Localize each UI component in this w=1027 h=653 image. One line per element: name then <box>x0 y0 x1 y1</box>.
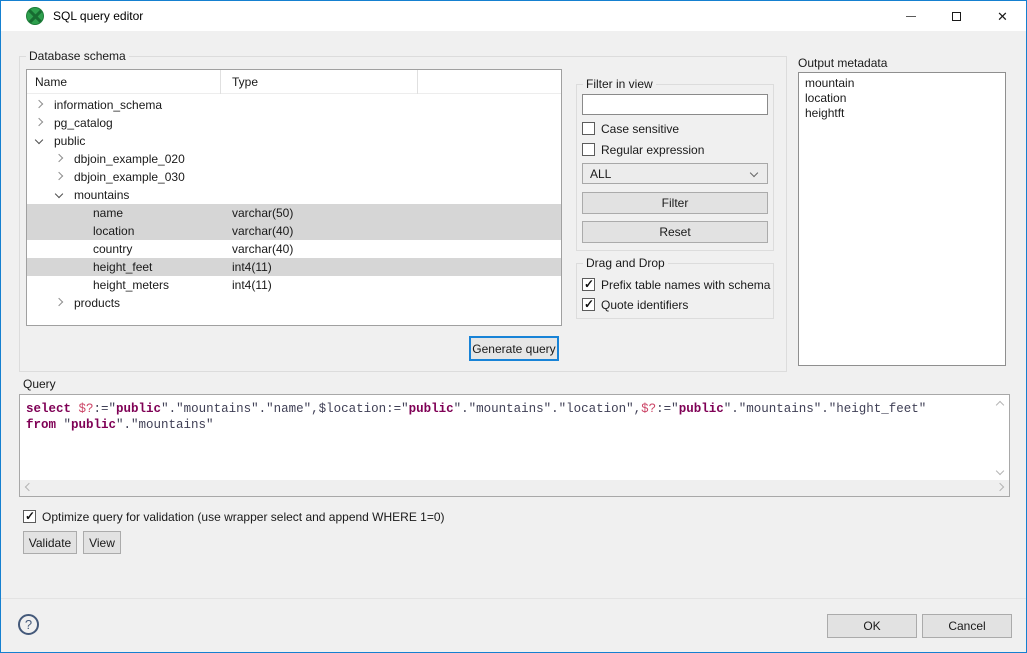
question-mark-icon: ? <box>25 617 32 632</box>
filter-scope-value: ALL <box>590 167 611 181</box>
tree-row[interactable]: dbjoin_example_030 <box>27 168 561 186</box>
validate-button[interactable]: Validate <box>23 531 77 554</box>
tree-node-name: mountains <box>74 188 129 202</box>
tree-row[interactable]: country varchar(40) <box>27 240 561 258</box>
sql-query-editor-dialog: SQL query editor ✕ Database schema Name … <box>0 0 1027 653</box>
case-sensitive-label: Case sensitive <box>601 122 679 136</box>
footer-divider <box>1 598 1026 599</box>
tree-row[interactable]: public <box>27 132 561 150</box>
prefix-table-names-label: Prefix table names with schema <box>601 278 770 292</box>
column-divider[interactable] <box>417 70 418 94</box>
optimize-query-label: Optimize query for validation (use wrapp… <box>42 510 445 524</box>
help-button[interactable]: ? <box>18 614 39 635</box>
schema-tree[interactable]: Name Type information_schema pg_catalogpu… <box>26 69 562 326</box>
tree-node-type: varchar(50) <box>232 206 293 220</box>
quote-identifiers-label: Quote identifiers <box>601 298 688 312</box>
tree-node-name: public <box>54 134 85 148</box>
app-logo-icon <box>26 7 44 25</box>
filter-input[interactable] <box>582 94 768 115</box>
chevron-down-icon[interactable] <box>55 190 63 198</box>
chevron-down-icon <box>750 169 758 177</box>
tree-node-name: country <box>93 242 132 256</box>
tree-node-type: int4(11) <box>232 260 272 274</box>
tree-row[interactable]: height_meters int4(11) <box>27 276 561 294</box>
column-header-name[interactable]: Name <box>35 75 67 89</box>
scroll-down-icon[interactable] <box>996 467 1004 475</box>
tree-node-name: pg_catalog <box>54 116 113 130</box>
case-sensitive-checkbox[interactable] <box>582 122 595 135</box>
filter-button[interactable]: Filter <box>582 192 768 214</box>
column-header-type[interactable]: Type <box>232 75 258 89</box>
tree-row[interactable]: location varchar(40) <box>27 222 561 240</box>
chevron-down-icon[interactable] <box>35 136 43 144</box>
quote-identifiers-checkbox[interactable] <box>582 298 595 311</box>
cancel-button[interactable]: Cancel <box>922 614 1012 638</box>
regular-expression-label: Regular expression <box>601 143 704 157</box>
tree-node-name: height_feet <box>93 260 152 274</box>
metadata-item[interactable]: heightft <box>805 106 1005 121</box>
tree-row[interactable]: mountains <box>27 186 561 204</box>
filter-scope-select[interactable]: ALL <box>582 163 768 184</box>
scroll-left-icon[interactable] <box>25 483 33 491</box>
chevron-right-icon[interactable] <box>55 298 63 306</box>
close-icon: ✕ <box>997 10 1008 23</box>
optimize-query-checkbox[interactable] <box>23 510 36 523</box>
tree-row[interactable]: pg_catalog <box>27 114 561 132</box>
tree-node-name: location <box>93 224 134 238</box>
tree-row[interactable]: information_schema <box>27 96 561 114</box>
metadata-item[interactable]: location <box>805 91 1005 106</box>
scroll-right-icon[interactable] <box>996 483 1004 491</box>
tree-node-name: name <box>93 206 123 220</box>
tree-node-type: int4(11) <box>232 278 272 292</box>
chevron-right-icon[interactable] <box>55 154 63 162</box>
tree-row[interactable]: products <box>27 294 561 312</box>
metadata-item[interactable]: mountain <box>805 76 1005 91</box>
tree-row[interactable]: height_feet int4(11) <box>27 258 561 276</box>
scroll-up-icon[interactable] <box>996 401 1004 409</box>
minimize-icon <box>906 16 916 17</box>
output-metadata-list[interactable]: mountainlocationheightft <box>798 72 1006 366</box>
tree-node-name: dbjoin_example_030 <box>74 170 185 184</box>
query-label: Query <box>23 377 56 391</box>
title-bar[interactable]: SQL query editor ✕ <box>1 1 1026 31</box>
tree-node-name: dbjoin_example_020 <box>74 152 185 166</box>
tree-node-name: products <box>74 296 120 310</box>
maximize-icon <box>952 12 961 21</box>
query-text[interactable]: select $?:="public"."mountains"."name",$… <box>26 401 926 433</box>
database-schema-label: Database schema <box>26 49 129 63</box>
regular-expression-checkbox[interactable] <box>582 143 595 156</box>
tree-node-type: varchar(40) <box>232 242 293 256</box>
tree-row[interactable]: dbjoin_example_020 <box>27 150 561 168</box>
prefix-table-names-checkbox[interactable] <box>582 278 595 291</box>
output-metadata-label: Output metadata <box>798 56 887 70</box>
reset-button[interactable]: Reset <box>582 221 768 243</box>
horizontal-scrollbar[interactable] <box>20 480 1009 496</box>
column-divider[interactable] <box>220 70 221 94</box>
generate-query-button[interactable]: Generate query <box>469 336 559 361</box>
tree-row[interactable]: name varchar(50) <box>27 204 561 222</box>
maximize-button[interactable] <box>934 1 979 31</box>
tree-node-name: height_meters <box>93 278 169 292</box>
tree-header[interactable]: Name Type <box>27 70 561 94</box>
minimize-button[interactable] <box>888 1 933 31</box>
chevron-right-icon[interactable] <box>55 172 63 180</box>
chevron-right-icon[interactable] <box>35 100 43 108</box>
ok-button[interactable]: OK <box>827 614 917 638</box>
chevron-right-icon[interactable] <box>35 118 43 126</box>
view-button[interactable]: View <box>83 531 121 554</box>
window-title: SQL query editor <box>53 9 143 23</box>
tree-node-type: varchar(40) <box>232 224 293 238</box>
query-editor[interactable]: select $?:="public"."mountains"."name",$… <box>19 394 1010 497</box>
tree-node-name: information_schema <box>54 98 162 112</box>
drag-and-drop-label: Drag and Drop <box>583 256 668 270</box>
filter-in-view-label: Filter in view <box>583 77 656 91</box>
close-button[interactable]: ✕ <box>980 1 1025 31</box>
